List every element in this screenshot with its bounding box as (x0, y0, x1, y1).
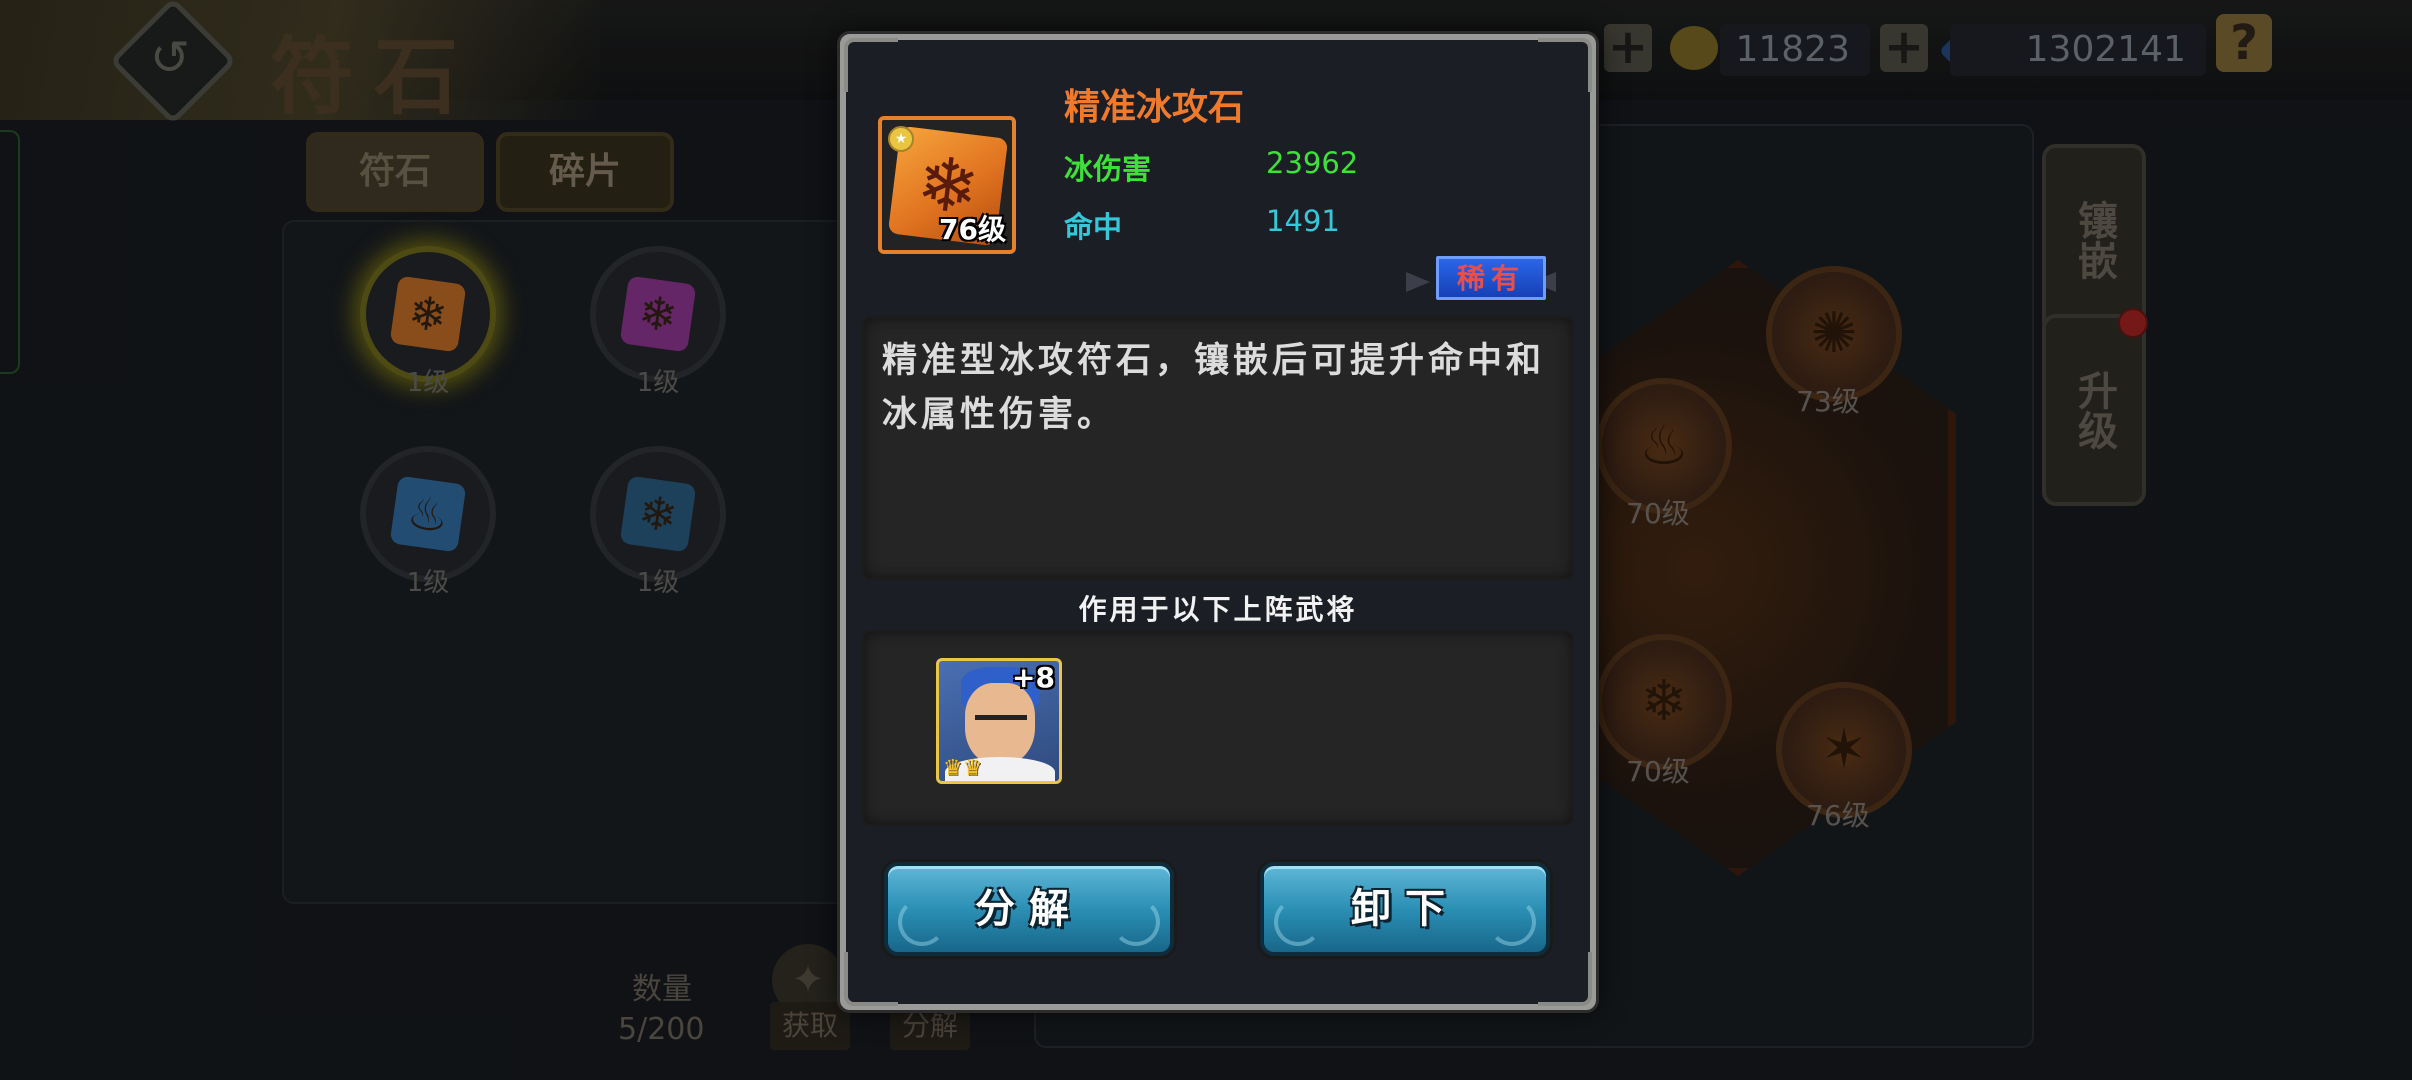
stat-label-accuracy: 命中 (1064, 210, 1123, 244)
unequip-button-label: 卸下 (1351, 885, 1459, 932)
corner-ornament (844, 952, 898, 1006)
decompose-button[interactable]: 分解 (884, 862, 1174, 956)
swirl-ornament (1488, 898, 1536, 946)
corner-ornament (1538, 952, 1592, 1006)
unequip-button[interactable]: 卸下 (1260, 862, 1550, 956)
crown-icon: ♛♛ (943, 756, 983, 781)
corner-ornament (844, 38, 898, 92)
stat-label-ice-damage: 冰伤害 (1064, 152, 1152, 186)
swirl-ornament (898, 898, 946, 946)
hero-eyes (975, 715, 1027, 728)
rarity-badge: 稀有 (1436, 256, 1546, 300)
item-icon-frame: ❄ ★ 76级 (878, 116, 1016, 254)
heroes-section-title: 作用于以下上阵武将 (1078, 593, 1358, 626)
hero-enhance-level: +8 (1012, 661, 1055, 694)
description-panel: 精准型冰攻符石，镶嵌后可提升命中和冰属性伤害。 (862, 316, 1574, 580)
item-description: 精准型冰攻符石，镶嵌后可提升命中和冰属性伤害。 (882, 340, 1546, 435)
item-name: 精准冰攻石 (1064, 86, 1245, 128)
item-detail-modal: ❄ ★ 76级 精准冰攻石 冰伤害 23962 命中 1491 稀有 精准型冰攻… (840, 34, 1596, 1010)
stat-value-ice-damage: 23962 (1266, 146, 1359, 180)
item-level: 76级 (939, 213, 1006, 246)
decompose-button-label: 分解 (975, 885, 1083, 932)
hero-card[interactable]: +8 ♛♛ (936, 658, 1062, 784)
corner-ornament (1538, 38, 1592, 92)
stat-value-accuracy: 1491 (1266, 204, 1340, 238)
swirl-ornament (1274, 898, 1322, 946)
star-badge-icon: ★ (888, 126, 914, 152)
heroes-panel: +8 ♛♛ (862, 630, 1574, 826)
swirl-ornament (1112, 898, 1160, 946)
